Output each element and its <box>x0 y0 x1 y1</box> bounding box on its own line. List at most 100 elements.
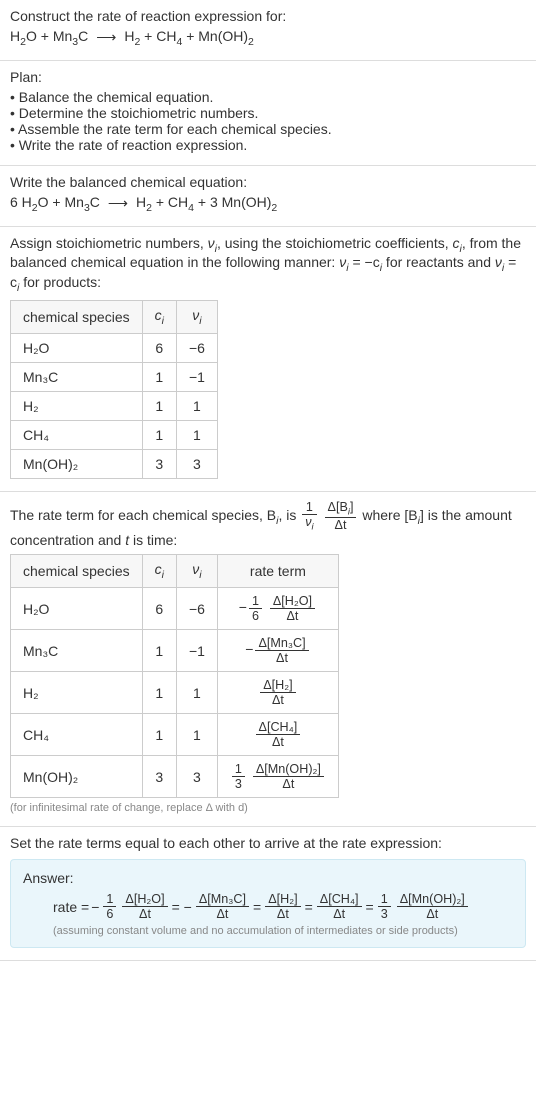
t: ν <box>208 235 215 251</box>
frac: 13 <box>378 892 391 921</box>
table-row: Mn₃C 1 −1 −Δ[Mn₃C]Δt <box>11 630 339 672</box>
frac: 1νi <box>302 500 316 533</box>
cell: H₂ <box>11 672 143 714</box>
cell: −6 <box>176 588 217 630</box>
cell: H₂O <box>11 333 143 362</box>
col-vi: νi <box>176 555 217 588</box>
t: − <box>245 641 253 657</box>
cell: 1 <box>176 391 217 420</box>
t: Δ[Mn₃C] <box>196 892 249 907</box>
frac: Δ[H₂]Δt <box>260 678 295 707</box>
frac: Δ[H₂O]Δt <box>270 594 315 623</box>
t: 1 <box>378 892 391 907</box>
t: Δ[H₂O] <box>270 594 315 609</box>
t: Δ[Bi] <box>325 500 357 519</box>
t: 3 <box>378 907 391 921</box>
cell: 1 <box>142 391 176 420</box>
cell: 1 <box>176 714 217 756</box>
col-ci: ci <box>142 555 176 588</box>
cell: Δ[CH₄]Δt <box>217 714 338 756</box>
t: i <box>312 521 314 532</box>
t: Δ[Mn(OH)₂] <box>253 762 324 777</box>
unbalanced-reaction: H2O + Mn3C ⟶ H2 + CH4 + Mn(OH)2 <box>10 28 526 48</box>
t: Δt <box>122 907 167 921</box>
plan-item: Determine the stoichiometric numbers. <box>10 105 526 121</box>
section-rate-terms: The rate term for each chemical species,… <box>0 492 536 827</box>
cell: 6 <box>142 588 176 630</box>
t: = − <box>172 899 192 915</box>
t: O + Mn <box>38 194 84 210</box>
t: i <box>162 569 164 581</box>
frac: Δ[Bi]Δt <box>325 500 357 533</box>
t: i <box>199 315 201 327</box>
plan-item: Assemble the rate term for each chemical… <box>10 121 526 137</box>
table-row: H₂11 <box>11 391 218 420</box>
t: Δt <box>253 777 324 791</box>
cell: CH₄ <box>11 420 143 449</box>
arrow-icon: ⟶ <box>96 29 116 46</box>
t: c <box>155 307 162 323</box>
table-row: Mn(OH)₂ 3 3 13 Δ[Mn(OH)₂]Δt <box>11 756 339 798</box>
arrow-icon: ⟶ <box>108 195 128 212</box>
table-row: H₂ 1 1 Δ[H₂]Δt <box>11 672 339 714</box>
t: Δt <box>265 907 300 921</box>
section-balanced: Write the balanced chemical equation: 6 … <box>0 166 536 227</box>
t: + Mn(OH) <box>182 28 248 44</box>
t: Δt <box>196 907 249 921</box>
rate-table: chemical species ci νi rate term H₂O 6 −… <box>10 554 339 798</box>
t: Δ[CH₄] <box>317 892 362 907</box>
answer-box: Answer: rate = −16Δ[H₂O]Δt = −Δ[Mn₃C]Δt … <box>10 859 526 948</box>
frac: Δ[H₂]Δt <box>265 892 300 921</box>
rate-lhs: rate = <box>53 899 89 915</box>
rx-part: H2 + CH4 + Mn(OH)2 <box>124 28 254 48</box>
table-row: CH₄11 <box>11 420 218 449</box>
t: Δt <box>325 518 357 532</box>
cell: 6 <box>142 333 176 362</box>
cell: Δ[H₂]Δt <box>217 672 338 714</box>
section-plan: Plan: Balance the chemical equation. Det… <box>0 61 536 166</box>
rx-part: 6 H2O + Mn3C <box>10 194 100 214</box>
cell: 1 <box>142 630 176 672</box>
table-header-row: chemical species ci νi rate term <box>11 555 339 588</box>
cell: −1 <box>176 630 217 672</box>
stoich-table: chemical species ci νi H₂O6−6 Mn₃C1−1 H₂… <box>10 300 218 479</box>
answer-label: Answer: <box>23 870 513 886</box>
t: c <box>453 235 460 251</box>
section-set-equal: Set the rate terms equal to each other t… <box>0 827 536 961</box>
t: C <box>90 194 100 210</box>
t: Δt <box>397 907 468 921</box>
cell: CH₄ <box>11 714 143 756</box>
cell: 1 <box>142 714 176 756</box>
t: The rate term for each chemical species,… <box>10 507 276 523</box>
t: Δ[Mn₃C] <box>255 636 308 651</box>
table-row: H₂O 6 −6 −16 Δ[H₂O]Δt <box>11 588 339 630</box>
t: Δ[H₂O] <box>122 892 167 907</box>
cell: −16 Δ[H₂O]Δt <box>217 588 338 630</box>
t: where [B <box>362 507 417 523</box>
col-vi: νi <box>176 300 217 333</box>
cell: H₂ <box>11 391 143 420</box>
t: + CH <box>152 194 188 210</box>
t: H <box>10 28 20 44</box>
cell: 13 Δ[Mn(OH)₂]Δt <box>217 756 338 798</box>
t: 3 <box>232 777 245 791</box>
t: Δ[H₂] <box>260 678 295 693</box>
t: 6 H <box>10 194 32 210</box>
t: for reactants and <box>382 254 495 270</box>
cell: −6 <box>176 333 217 362</box>
t: − <box>91 899 99 915</box>
t: = −c <box>349 254 380 270</box>
table-header-row: chemical species ci νi <box>11 300 218 333</box>
cell: Mn₃C <box>11 630 143 672</box>
t: Δ[H₂] <box>265 892 300 907</box>
cell: Mn₃C <box>11 362 143 391</box>
frac: Δ[CH₄]Δt <box>256 720 301 749</box>
cell: Mn(OH)₂ <box>11 756 143 798</box>
t: 6 <box>103 907 116 921</box>
t: Δ[B <box>328 500 348 514</box>
t: − <box>239 599 247 615</box>
cell: H₂O <box>11 588 143 630</box>
cell: 3 <box>142 756 176 798</box>
cell: Mn(OH)₂ <box>11 449 143 478</box>
section-stoich-numbers: Assign stoichiometric numbers, νi, using… <box>0 227 536 492</box>
